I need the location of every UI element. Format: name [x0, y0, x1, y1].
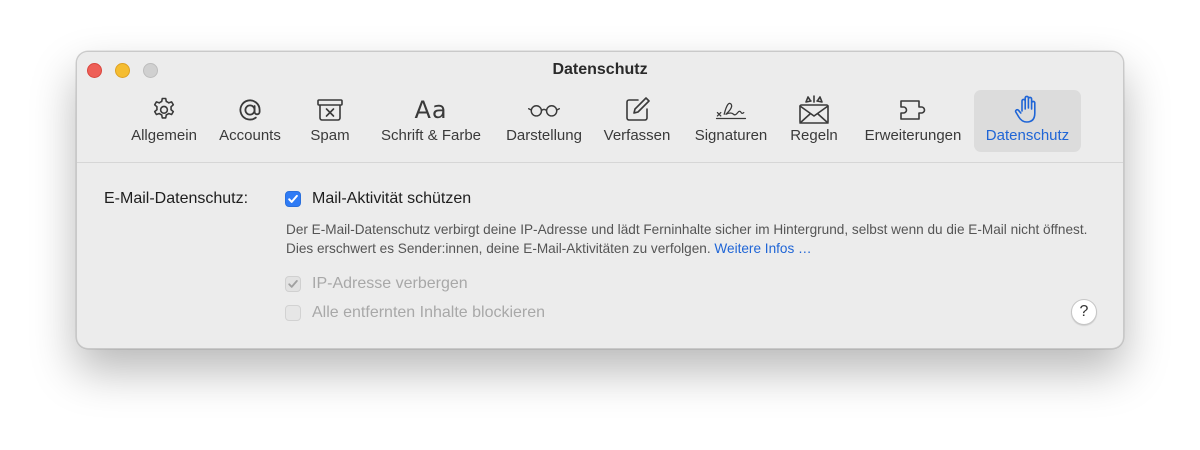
signature-icon	[714, 95, 748, 125]
tab-signaturen[interactable]: Signaturen	[685, 90, 777, 152]
compose-icon	[620, 95, 654, 125]
tab-accounts[interactable]: Accounts	[209, 90, 291, 152]
checkmark-icon	[288, 194, 298, 203]
protect-mail-activity-label[interactable]: Mail-Aktivität schützen	[312, 190, 471, 208]
tab-allgemein[interactable]: Allgemein	[123, 90, 205, 152]
section-label: E-Mail-Datenschutz:	[104, 190, 249, 207]
tab-darstellung[interactable]: Darstellung	[499, 90, 589, 152]
more-info-link[interactable]: Weitere Infos …	[714, 241, 811, 256]
tab-label: Allgemein	[131, 127, 197, 144]
privacy-pane: E-Mail-Datenschutz: Mail-Aktivität schüt…	[77, 163, 1123, 348]
glasses-icon	[527, 95, 561, 125]
hand-icon	[1011, 95, 1045, 125]
gear-icon	[147, 95, 181, 125]
description-text: Der E-Mail-Datenschutz verbirgt deine IP…	[286, 222, 1088, 256]
tab-verfassen[interactable]: Verfassen	[597, 90, 677, 152]
tab-label: Schrift & Farbe	[380, 127, 482, 144]
block-remote-content-checkbox[interactable]	[285, 305, 301, 321]
preferences-window: Datenschutz Allgemein Accounts Spam Aa S…	[76, 51, 1124, 349]
tab-label: Verfassen	[603, 127, 671, 144]
puzzle-icon	[896, 95, 930, 125]
font-aa-icon: Aa	[414, 95, 448, 125]
help-button[interactable]: ?	[1071, 299, 1097, 325]
at-sign-icon	[233, 95, 267, 125]
hide-ip-label[interactable]: IP-Adresse verbergen	[312, 275, 468, 293]
envelope-rules-icon	[797, 95, 831, 125]
tab-regeln[interactable]: Regeln	[781, 90, 847, 152]
tab-label: Erweiterungen	[864, 127, 962, 144]
block-remote-content-label[interactable]: Alle entfernten Inhalte blockieren	[312, 304, 545, 322]
tab-label: Regeln	[790, 127, 838, 144]
junk-tray-icon	[313, 95, 347, 125]
tab-datenschutz[interactable]: Datenschutz	[974, 90, 1081, 152]
tab-erweiterungen[interactable]: Erweiterungen	[855, 90, 971, 152]
tab-label: Datenschutz	[985, 127, 1070, 144]
tab-spam[interactable]: Spam	[297, 90, 363, 152]
titlebar: Datenschutz Allgemein Accounts Spam Aa S…	[77, 52, 1123, 163]
hide-ip-checkbox[interactable]	[285, 276, 301, 292]
checkmark-icon	[288, 280, 298, 288]
tab-label: Accounts	[219, 127, 281, 144]
protect-mail-activity-checkbox[interactable]	[285, 191, 301, 207]
tab-label: Spam	[310, 127, 350, 144]
tab-label: Signaturen	[694, 127, 768, 144]
font-aa-glyph: Aa	[414, 96, 448, 124]
tab-label: Darstellung	[506, 127, 582, 144]
privacy-description: Der E-Mail-Datenschutz verbirgt deine IP…	[286, 220, 1106, 258]
tab-schrift-farbe[interactable]: Aa Schrift & Farbe	[373, 90, 489, 152]
window-title: Datenschutz	[552, 61, 648, 78]
preferences-toolbar: Allgemein Accounts Spam Aa Schrift & Far…	[77, 90, 1123, 152]
